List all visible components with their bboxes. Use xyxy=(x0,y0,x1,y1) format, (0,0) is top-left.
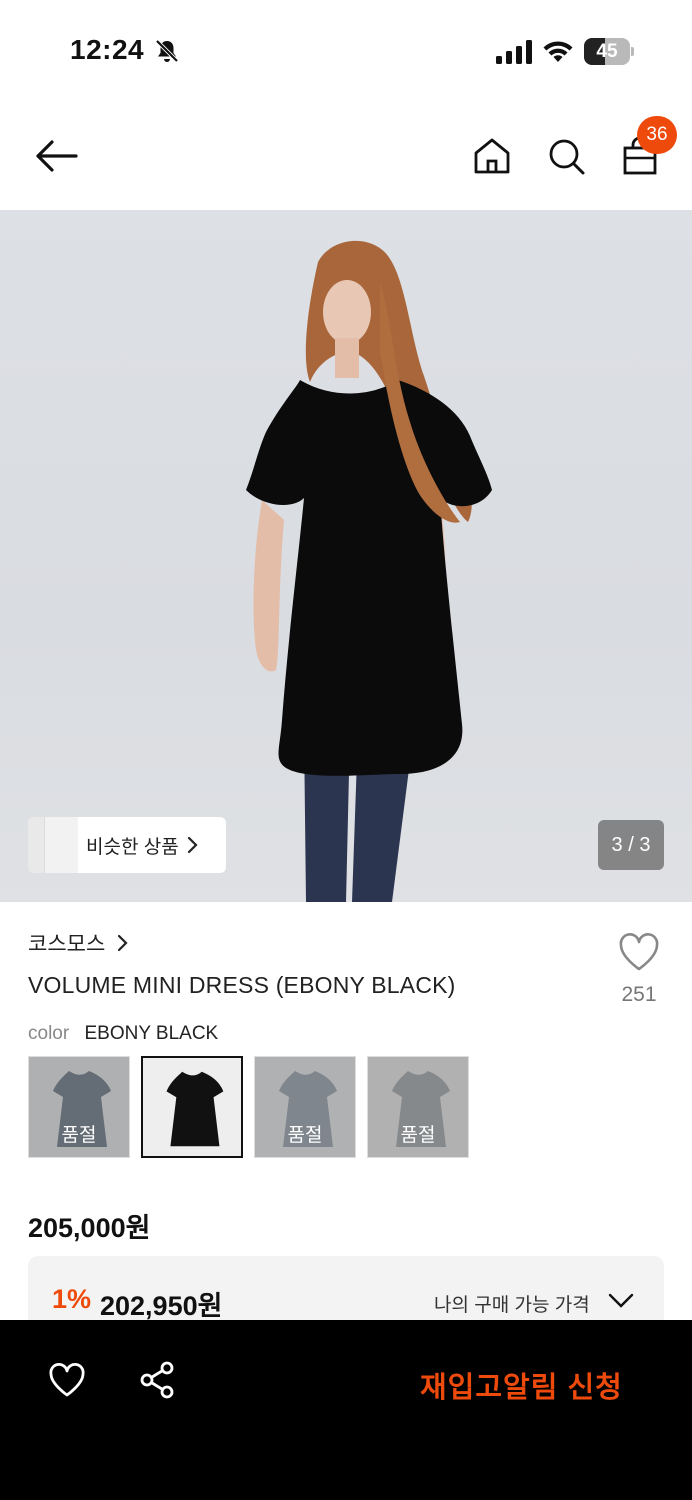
swatch-thumbnail xyxy=(143,1058,241,1156)
home-icon[interactable] xyxy=(470,134,514,178)
color-label: color xyxy=(28,1023,70,1044)
cellular-signal-icon xyxy=(496,40,532,64)
discount-rate: 1% xyxy=(52,1284,92,1314)
chevron-right-icon xyxy=(118,934,128,952)
share-icon[interactable] xyxy=(138,1360,176,1400)
battery-level: 45 xyxy=(596,41,618,62)
sold-out-label: 품절 xyxy=(400,1125,436,1146)
top-nav: 36 xyxy=(0,100,692,210)
color-swatch[interactable]: 품절 xyxy=(254,1056,356,1158)
image-counter: 3 / 3 xyxy=(598,820,664,870)
color-value: EBONY BLACK xyxy=(84,1023,219,1044)
color-swatch[interactable]: 품절 xyxy=(367,1056,469,1158)
discounted-price: 202,950원 xyxy=(100,1291,223,1321)
status-time: 12:24 xyxy=(70,34,145,65)
search-icon[interactable] xyxy=(544,134,588,178)
chevron-down-icon[interactable] xyxy=(608,1292,634,1310)
wifi-icon xyxy=(543,41,573,62)
battery-icon: 45 xyxy=(584,38,634,65)
color-option-row: color EBONY BLACK xyxy=(28,1023,218,1045)
similar-products-button[interactable]: 비슷한 상품 xyxy=(28,817,226,873)
sold-out-label: 품절 xyxy=(287,1125,323,1146)
product-image-gallery[interactable]: 비슷한 상품 3 / 3 xyxy=(0,210,692,902)
brand-name: 코스모스 xyxy=(28,933,106,956)
product-photo xyxy=(246,240,492,902)
bell-slash-icon xyxy=(155,39,179,63)
status-bar: 12:24 45 xyxy=(0,0,692,100)
similar-product-thumbnails xyxy=(28,817,78,873)
product-title: VOLUME MINI DRESS (EBONY BLACK) xyxy=(28,972,456,998)
bottom-action-bar: 재입고알림 신청 xyxy=(0,1320,692,1500)
brand-link[interactable]: 코스모스 xyxy=(28,928,129,958)
my-price-label: 나의 구매 가능 가격 xyxy=(434,1295,590,1316)
similar-products-label: 비슷한 상품 xyxy=(86,836,179,858)
sold-out-label: 품절 xyxy=(61,1125,97,1146)
color-swatch[interactable]: 품절 xyxy=(28,1056,130,1158)
like-button[interactable]: 251 xyxy=(612,932,666,1016)
chevron-right-icon xyxy=(187,836,198,854)
back-arrow-icon[interactable] xyxy=(32,136,80,176)
heart-outline-icon xyxy=(619,933,659,971)
like-count: 251 xyxy=(621,983,657,1006)
product-price: 205,000원 xyxy=(28,1213,151,1243)
restock-alert-button[interactable]: 재입고알림 신청 xyxy=(420,1364,623,1406)
heart-icon[interactable] xyxy=(48,1362,86,1398)
cart-count-badge: 36 xyxy=(637,116,677,154)
color-swatch-selected[interactable] xyxy=(141,1056,243,1158)
